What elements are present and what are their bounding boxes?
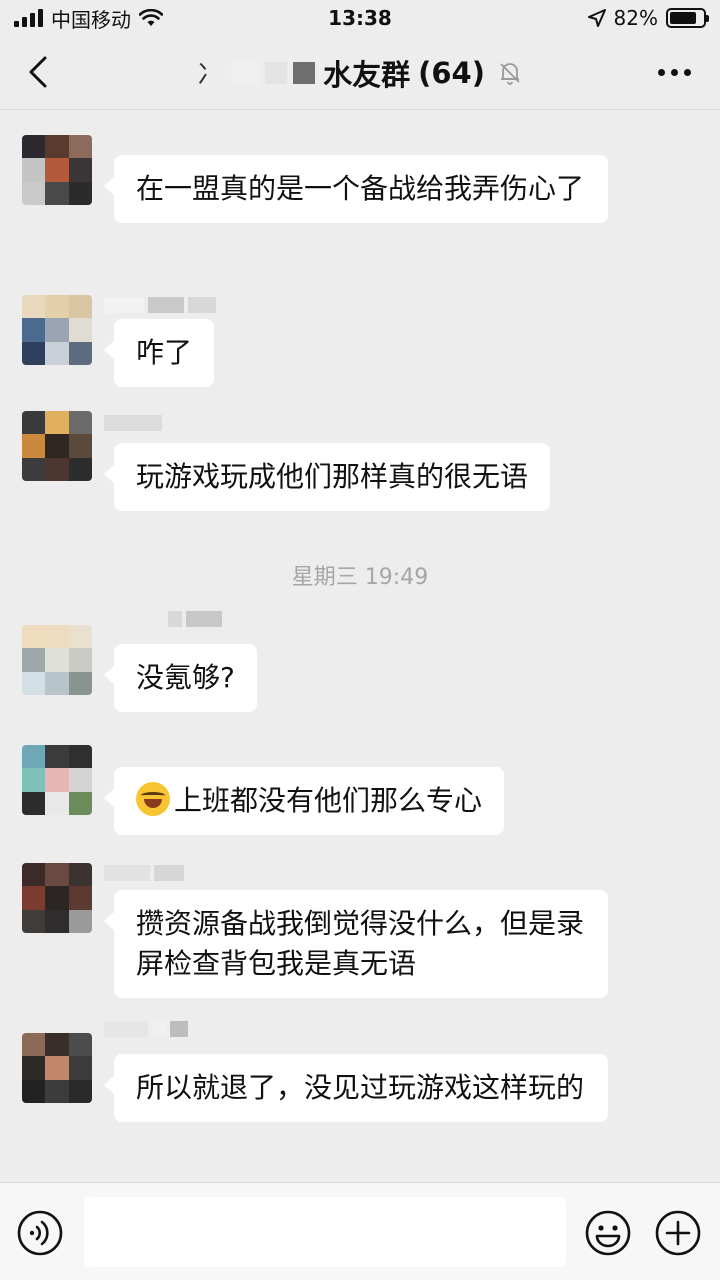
title-prefix-char: 冫 xyxy=(197,60,224,90)
chat-area[interactable]: 在一盟真的是一个备战给我弄伤心了 咋了 玩游戏玩成他们那样真的很无语 星期三 1… xyxy=(0,111,720,1181)
message-text: 上班都没有他们那么专心 xyxy=(174,784,483,817)
sender-name xyxy=(104,863,184,883)
more-functions-button[interactable] xyxy=(654,1209,702,1257)
more-button[interactable] xyxy=(652,54,696,90)
battery-percent: 82% xyxy=(613,6,658,30)
input-bar xyxy=(0,1182,720,1280)
status-left: 中国移动 xyxy=(14,4,163,33)
avatar[interactable] xyxy=(22,135,92,205)
message-bubble[interactable]: 上班都没有他们那么专心 xyxy=(103,767,505,835)
back-button[interactable] xyxy=(18,52,58,92)
status-right: 82% xyxy=(587,6,709,30)
title-redacted-block xyxy=(231,61,316,84)
sender-name xyxy=(104,413,162,433)
more-dot xyxy=(670,68,678,76)
chat-title[interactable]: 冫 水友群 (64) xyxy=(197,52,523,94)
emoji-button[interactable] xyxy=(584,1209,632,1257)
voice-button[interactable] xyxy=(16,1209,64,1257)
avatar[interactable] xyxy=(22,863,92,933)
message-bubble[interactable]: 攒资源备战我倒觉得没什么，但是录屏检查背包我是真无语 xyxy=(104,890,608,998)
avatar[interactable] xyxy=(22,411,92,481)
group-name: 水友群 xyxy=(323,57,411,92)
bell-muted-icon xyxy=(500,62,520,85)
nav-bar: 冫 水友群 (64) xyxy=(0,36,720,110)
sender-name xyxy=(104,1019,188,1039)
emoji-icon xyxy=(585,1210,631,1256)
face-with-tears-of-joy-icon xyxy=(136,782,170,816)
back-arrow-icon xyxy=(29,56,47,88)
message-text: 咋了 xyxy=(136,336,193,369)
message-input[interactable] xyxy=(84,1197,566,1267)
sender-name xyxy=(104,295,216,315)
status-bar: 中国移动 13:38 82% xyxy=(0,0,720,36)
message-bubble[interactable]: 在一盟真的是一个备战给我弄伤心了 xyxy=(104,155,608,223)
message-bubble[interactable]: 咋了 xyxy=(103,319,215,387)
message-text: 玩游戏玩成他们那样真的很无语 xyxy=(136,460,529,493)
plus-icon xyxy=(655,1210,701,1256)
message-text: 所以就退了，没见过玩游戏这样玩的 xyxy=(136,1071,585,1104)
message-bubble[interactable]: 所以就退了，没见过玩游戏这样玩的 xyxy=(104,1054,608,1122)
sender-name xyxy=(104,609,222,629)
voice-icon xyxy=(17,1210,63,1256)
message-bubble[interactable]: 玩游戏玩成他们那样真的很无语 xyxy=(103,443,551,511)
more-dot xyxy=(683,68,691,76)
more-dot xyxy=(657,68,665,76)
avatar[interactable] xyxy=(22,1033,92,1103)
avatar[interactable] xyxy=(22,625,92,695)
location-arrow-icon xyxy=(587,9,606,27)
message-text: 攒资源备战我倒觉得没什么，但是录屏检查背包我是真无语 xyxy=(136,907,585,980)
avatar[interactable] xyxy=(22,295,92,365)
timestamp-separator: 星期三 19:49 xyxy=(291,565,429,590)
message-bubble[interactable]: 没氪够? xyxy=(104,644,257,712)
battery-icon xyxy=(666,8,709,28)
avatar[interactable] xyxy=(22,745,92,815)
battery-fill xyxy=(670,12,697,24)
carrier-label: 中国移动 xyxy=(51,7,131,32)
message-text: 在一盟真的是一个备战给我弄伤心了 xyxy=(136,172,585,205)
member-count: (64) xyxy=(418,55,485,90)
wifi-icon xyxy=(139,9,163,26)
message-text: 没氪够? xyxy=(136,661,235,694)
signal-icon xyxy=(14,9,43,27)
